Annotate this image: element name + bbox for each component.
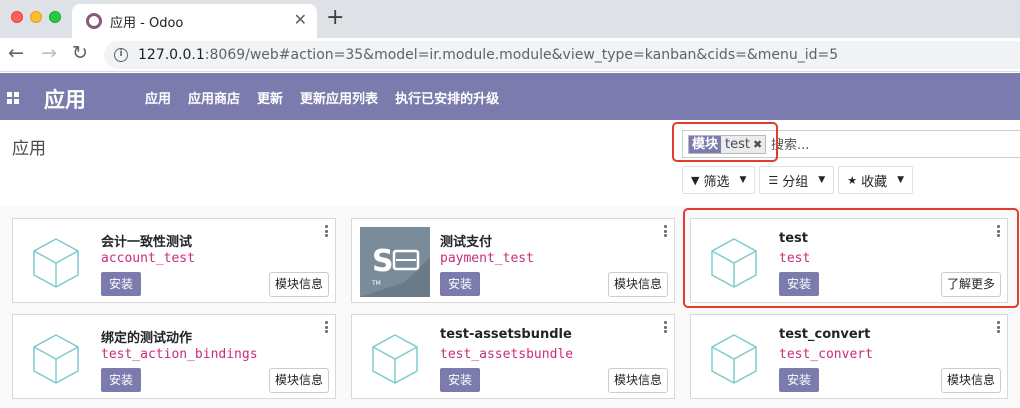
card-menu-dots-icon[interactable] xyxy=(997,321,1001,333)
chevron-down-icon: ▼ xyxy=(739,175,747,185)
menu-item-updates[interactable]: 更新 xyxy=(257,88,283,107)
tab-title: 应用 - Odoo xyxy=(110,16,184,31)
filters-button[interactable]: ▼ 筛选 ▼ xyxy=(682,166,756,194)
cube-icon xyxy=(33,238,79,288)
install-button[interactable]: 安装 xyxy=(101,272,142,296)
module-info-button[interactable]: 模块信息 xyxy=(268,272,329,297)
odoo-main-navbar: 应用 应用 应用商店 更新 更新应用列表 执行已安排的升级 xyxy=(0,73,1020,120)
payment-test-icon: S TM xyxy=(360,227,430,297)
favorites-label: 收藏 xyxy=(861,174,888,190)
module-technical-name: test_assetsbundle xyxy=(440,347,574,362)
close-window-button[interactable] xyxy=(11,11,23,23)
browser-toolbar: ← → ↻ i 127.0.0.1:8069/web#action=35&mod… xyxy=(0,38,1020,72)
card-menu-dots-icon[interactable] xyxy=(664,225,668,237)
url-text[interactable]: 127.0.0.1:8069/web#action=35&model=ir.mo… xyxy=(138,47,838,63)
apps-menu-grid-icon[interactable] xyxy=(7,92,19,104)
module-name: test-assetsbundle xyxy=(440,327,572,342)
module-card[interactable]: 绑定的测试动作 test_action_bindings 安装 模块信息 xyxy=(12,314,336,399)
top-menu: 应用 应用商店 更新 更新应用列表 执行已安排的升级 xyxy=(145,88,499,107)
app-title[interactable]: 应用 xyxy=(44,84,86,114)
list-bars-icon: ☰ xyxy=(768,173,779,187)
browser-tab[interactable]: 应用 - Odoo ✕ xyxy=(72,4,317,38)
test-module-highlight xyxy=(683,208,1019,308)
cube-icon xyxy=(372,334,418,384)
module-card[interactable]: test-assetsbundle test_assetsbundle 安装 模… xyxy=(351,314,675,399)
odoo-favicon-icon xyxy=(86,13,102,29)
module-name: 会计一致性测试 xyxy=(101,235,193,250)
module-name: 测试支付 xyxy=(440,235,493,250)
reload-icon[interactable]: ↻ xyxy=(72,42,88,64)
module-info-button[interactable]: 模块信息 xyxy=(607,368,668,393)
module-card[interactable]: S TM 测试支付 payment_test 安装 模块信息 xyxy=(351,218,675,303)
card-menu-dots-icon[interactable] xyxy=(325,225,329,237)
module-technical-name: test_action_bindings xyxy=(101,347,258,362)
star-icon: ★ xyxy=(847,173,858,187)
url-path: :8069/web#action=35&model=ir.module.modu… xyxy=(204,47,839,63)
module-technical-name: account_test xyxy=(101,251,195,266)
cube-icon xyxy=(33,334,79,384)
tab-close-icon[interactable]: ✕ xyxy=(294,10,307,29)
filter-funnel-icon: ▼ xyxy=(691,173,700,187)
groupby-label: 分组 xyxy=(782,174,809,190)
module-name: test_convert xyxy=(779,327,871,342)
module-name: 绑定的测试动作 xyxy=(101,331,193,346)
module-info-button[interactable]: 模块信息 xyxy=(268,368,329,393)
module-info-button[interactable]: 模块信息 xyxy=(607,272,668,297)
module-card[interactable]: 会计一致性测试 account_test 安装 模块信息 xyxy=(12,218,336,303)
search-options: ▼ 筛选 ▼ ☰ 分组 ▼ ★ 收藏 ▼ xyxy=(682,166,914,194)
back-arrow-icon[interactable]: ← xyxy=(8,42,24,64)
install-button[interactable]: 安装 xyxy=(779,368,820,392)
browser-tab-bar: 应用 - Odoo ✕ + xyxy=(0,0,1020,38)
install-button[interactable]: 安装 xyxy=(440,272,481,296)
forward-arrow-icon[interactable]: → xyxy=(41,42,57,64)
module-technical-name: payment_test xyxy=(440,251,534,266)
address-bar[interactable]: i 127.0.0.1:8069/web#action=35&model=ir.… xyxy=(104,41,1020,69)
new-tab-plus-icon[interactable]: + xyxy=(326,5,344,30)
filters-label: 筛选 xyxy=(703,174,730,190)
install-button[interactable]: 安装 xyxy=(440,368,481,392)
install-button[interactable]: 安装 xyxy=(101,368,142,392)
groupby-button[interactable]: ☰ 分组 ▼ xyxy=(759,166,835,194)
site-info-icon[interactable]: i xyxy=(114,48,128,62)
chevron-down-icon: ▼ xyxy=(818,175,826,185)
url-host: 127.0.0.1 xyxy=(138,47,205,63)
cube-icon xyxy=(711,334,757,384)
menu-item-app-store[interactable]: 应用商店 xyxy=(188,88,240,107)
module-card[interactable]: test_convert test_convert 安装 模块信息 xyxy=(690,314,1008,399)
breadcrumb: 应用 xyxy=(12,139,46,159)
chevron-down-icon: ▼ xyxy=(897,175,905,185)
maximize-window-button[interactable] xyxy=(49,11,61,23)
search-input[interactable] xyxy=(771,135,1011,155)
card-menu-dots-icon[interactable] xyxy=(664,321,668,333)
module-technical-name: test_convert xyxy=(779,347,873,362)
search-facet-highlight xyxy=(672,122,778,162)
module-info-button[interactable]: 模块信息 xyxy=(940,368,1001,393)
card-menu-dots-icon[interactable] xyxy=(325,321,329,333)
menu-item-apps[interactable]: 应用 xyxy=(145,88,171,107)
svg-text:S: S xyxy=(372,244,394,279)
svg-text:TM: TM xyxy=(371,280,381,287)
menu-item-scheduled-upgrades[interactable]: 执行已安排的升级 xyxy=(395,88,499,107)
favorites-button[interactable]: ★ 收藏 ▼ xyxy=(838,166,914,194)
menu-item-update-apps-list[interactable]: 更新应用列表 xyxy=(300,88,378,107)
minimize-window-button[interactable] xyxy=(30,11,42,23)
